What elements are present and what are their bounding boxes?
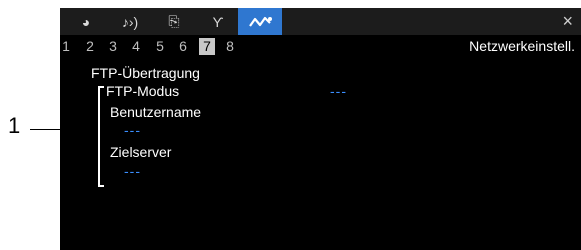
page-5[interactable]: 5 bbox=[152, 38, 168, 55]
page-8[interactable]: 8 bbox=[222, 38, 238, 55]
tab-network[interactable] bbox=[238, 8, 282, 35]
page-6[interactable]: 6 bbox=[175, 38, 191, 55]
network-icon bbox=[249, 16, 272, 27]
target-server-label[interactable]: Zielserver bbox=[110, 144, 171, 161]
page-4[interactable]: 4 bbox=[128, 38, 144, 55]
bracket bbox=[98, 86, 104, 187]
username-label[interactable]: Benutzername bbox=[110, 104, 201, 121]
custom-settings-icon: ⎘ bbox=[168, 13, 180, 29]
camera-menu-screen: ◕ ♪›) ⎘ Ƴ × 1 2 3 4 5 6 7 8 Netzwerkeins… bbox=[60, 8, 581, 250]
tools-icon: Ƴ bbox=[212, 13, 224, 30]
tab-tools[interactable]: Ƴ bbox=[200, 8, 236, 35]
tab-audio[interactable]: ♪›) bbox=[112, 8, 148, 35]
tab-bar: ◕ ♪›) ⎘ Ƴ × bbox=[60, 8, 581, 35]
page-selector: 1 2 3 4 5 6 7 8 Netzwerkeinstell. bbox=[60, 37, 581, 57]
page-3[interactable]: 3 bbox=[105, 38, 121, 55]
page-2[interactable]: 2 bbox=[82, 38, 98, 55]
page-1[interactable]: 1 bbox=[58, 38, 74, 55]
section-title: FTP-Übertragung bbox=[91, 65, 200, 81]
camera-icon: ◕ bbox=[81, 13, 91, 30]
page-7[interactable]: 7 bbox=[199, 38, 215, 55]
audio-icon: ♪›) bbox=[121, 13, 139, 30]
target-server-value: --- bbox=[124, 163, 141, 179]
ftp-mode-value: --- bbox=[330, 83, 347, 99]
ftp-mode-label[interactable]: FTP-Modus bbox=[106, 83, 179, 100]
callout-number: 1 bbox=[8, 113, 21, 138]
username-value: --- bbox=[124, 122, 141, 138]
tab-custom-settings[interactable]: ⎘ bbox=[156, 8, 192, 35]
page-title: Netzwerkeinstell. bbox=[469, 38, 575, 54]
close-icon[interactable]: × bbox=[562, 11, 573, 31]
tab-camera[interactable]: ◕ bbox=[68, 8, 104, 35]
